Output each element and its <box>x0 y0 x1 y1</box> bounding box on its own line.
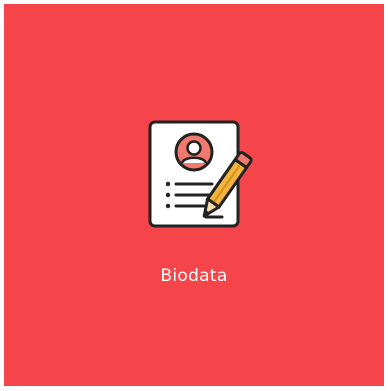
biodata-tile[interactable]: Biodata <box>4 4 384 386</box>
biodata-document-pencil-icon <box>144 118 266 230</box>
tile-label: Biodata <box>160 266 228 286</box>
